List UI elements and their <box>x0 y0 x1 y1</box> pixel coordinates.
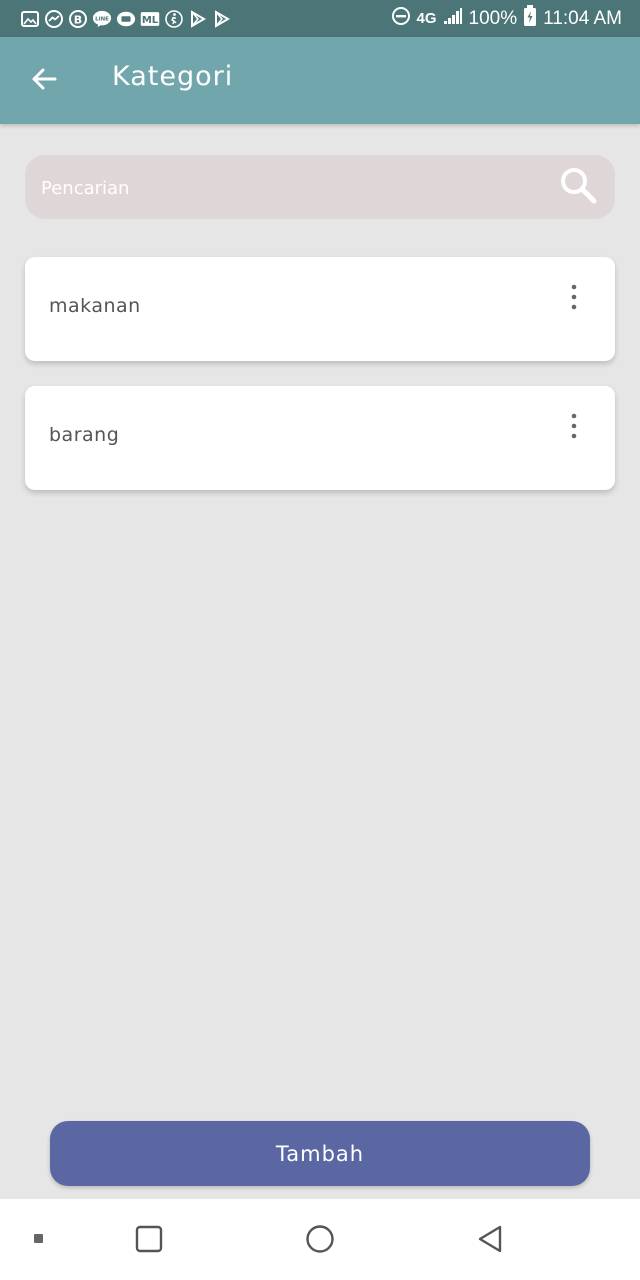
svg-text:LINE: LINE <box>95 16 109 22</box>
arrow-left-icon <box>32 68 57 90</box>
home-button[interactable] <box>298 1217 342 1261</box>
search-box <box>25 155 615 221</box>
page-title: Kategori <box>112 61 234 92</box>
back-icon <box>478 1225 502 1253</box>
fitness-icon <box>164 9 184 29</box>
home-icon <box>306 1225 334 1253</box>
messenger-icon <box>44 9 64 29</box>
navigation-bar <box>0 1199 640 1280</box>
search-input[interactable] <box>39 155 543 221</box>
category-card-barang[interactable]: barang <box>25 386 615 490</box>
battery-percent: 100% <box>468 7 518 29</box>
mobile-legends-icon: ML <box>140 9 160 29</box>
clock: 11:04 AM <box>543 7 622 29</box>
play-store-icon <box>188 9 208 29</box>
more-vertical-icon <box>571 284 577 310</box>
chat-icon <box>116 9 136 29</box>
add-button[interactable]: Tambah <box>50 1121 590 1186</box>
system-back-button[interactable] <box>468 1217 512 1261</box>
notification-dot-button[interactable] <box>17 1217 61 1261</box>
status-bar: B LINE ML 4G 100% 11:04 AM <box>0 0 640 37</box>
square-dot-icon <box>34 1234 43 1243</box>
search-icon[interactable] <box>558 165 598 205</box>
gallery-icon <box>20 9 40 29</box>
line-icon: LINE <box>92 9 112 29</box>
do-not-disturb-icon <box>391 6 411 32</box>
svg-text:B: B <box>74 13 82 26</box>
battery-icon <box>523 4 537 33</box>
recent-apps-button[interactable] <box>127 1217 171 1261</box>
network-type: 4G <box>416 10 437 27</box>
more-options-button[interactable] <box>559 279 589 315</box>
app-bar: Kategori <box>0 37 640 124</box>
play-store-icon <box>212 9 232 29</box>
notification-icons: B LINE ML <box>20 9 232 29</box>
recent-apps-icon <box>135 1225 163 1253</box>
more-vertical-icon <box>571 413 577 439</box>
bbm-icon: B <box>68 9 88 29</box>
back-button[interactable] <box>22 57 66 101</box>
system-status: 4G 100% 11:04 AM <box>391 4 622 33</box>
svg-text:ML: ML <box>142 14 159 25</box>
signal-icon <box>443 7 463 31</box>
category-label: makanan <box>49 295 141 317</box>
category-card-makanan[interactable]: makanan <box>25 257 615 361</box>
category-label: barang <box>49 424 120 446</box>
more-options-button[interactable] <box>559 408 589 444</box>
